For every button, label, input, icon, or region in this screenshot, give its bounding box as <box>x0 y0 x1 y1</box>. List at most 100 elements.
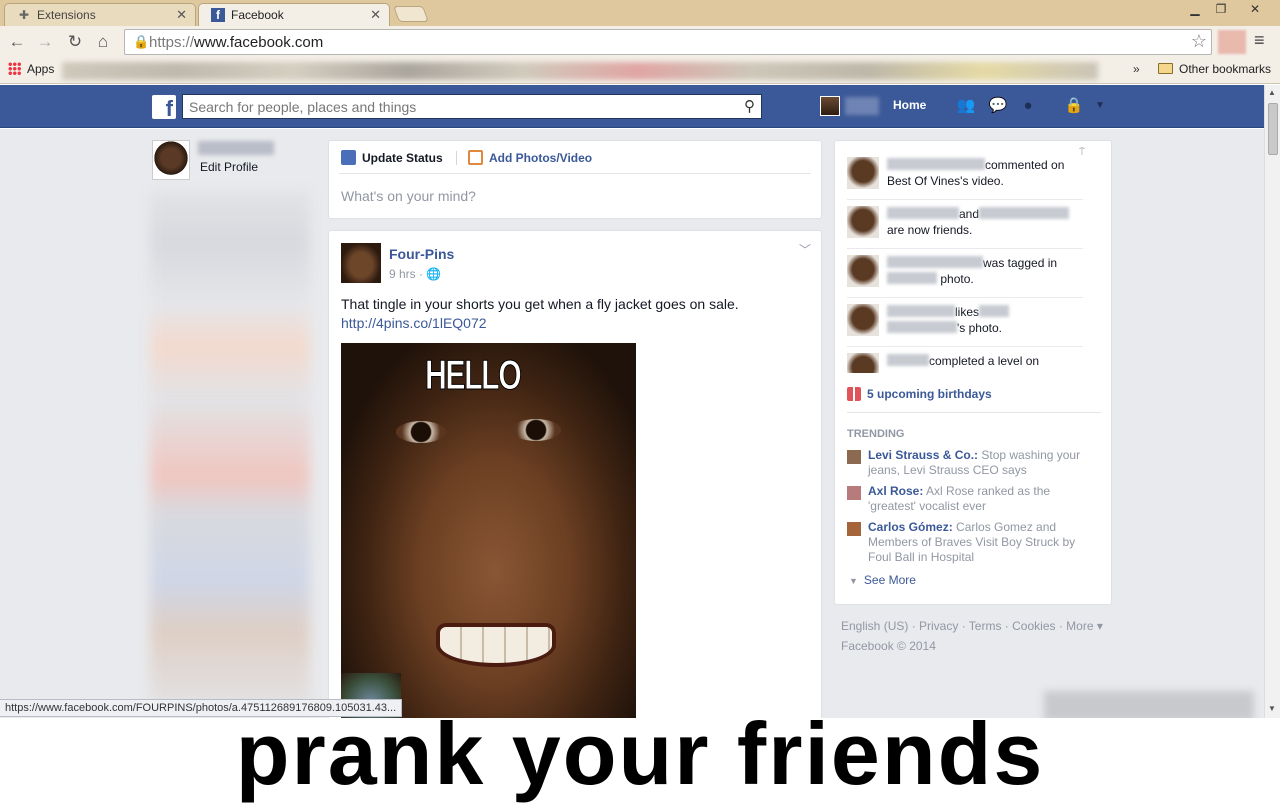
ticker-item[interactable]: likes's photo. <box>847 298 1083 347</box>
apps-grid-icon <box>8 62 21 75</box>
pencil-icon <box>341 150 356 165</box>
tab-facebook[interactable]: f Facebook ✕ <box>198 3 390 26</box>
edit-profile-link[interactable]: Edit Profile <box>200 160 258 174</box>
post-author-avatar[interactable] <box>341 243 381 283</box>
divider <box>847 412 1101 413</box>
apps-shortcut[interactable]: Apps <box>8 62 54 76</box>
see-more-link[interactable]: ▼ See More <box>849 573 916 587</box>
search-icon[interactable]: ⚲ <box>744 97 755 115</box>
blurred-sidebar-menu <box>150 191 310 711</box>
divider <box>456 151 457 165</box>
page-footer: English (US) · Privacy · Terms · Cookies… <box>841 616 1103 656</box>
notifications-globe-icon[interactable]: ● <box>1018 97 1038 115</box>
trending-thumbnail <box>847 450 861 464</box>
caption-bar: prank your friends <box>0 704 1280 803</box>
scroll-up-icon[interactable]: ▲ <box>1268 88 1276 97</box>
facebook-icon: f <box>211 8 225 22</box>
ticker-text: completed a level on <box>887 353 1083 369</box>
folder-icon <box>1158 63 1173 74</box>
ticker-text: likes's photo. <box>887 304 1083 336</box>
trending-text: Carlos Gómez: Carlos Gomez and Members o… <box>868 520 1076 564</box>
right-sidebar: ⍑ commented on Best Of Vines's video. and… <box>834 140 1112 605</box>
photo-icon <box>468 150 483 165</box>
back-icon[interactable]: ← <box>6 31 28 53</box>
image-eye-left <box>396 421 446 443</box>
window-close-icon[interactable]: ✕ <box>1244 2 1266 16</box>
video-caption: prank your friends <box>235 704 1045 803</box>
extension-icon[interactable] <box>1218 30 1246 54</box>
reload-icon[interactable]: ↻ <box>64 31 86 53</box>
other-bookmarks[interactable]: Other bookmarks <box>1158 62 1271 76</box>
trending-heading: TRENDING <box>847 428 905 440</box>
ticker-item[interactable]: was tagged in photo. <box>847 249 1083 298</box>
address-bar[interactable]: 🔒 https://www.facebook.com ☆ <box>124 29 1212 55</box>
post-link[interactable]: http://4pins.co/1lEQ072 <box>341 315 487 331</box>
status-input[interactable]: What's on your mind? <box>341 188 476 204</box>
forward-icon[interactable]: → <box>34 31 56 53</box>
minimize-icon[interactable]: ▁ <box>1184 2 1206 16</box>
ticker-item[interactable]: completed a level on <box>847 347 1083 373</box>
messages-icon[interactable]: 💬 <box>988 97 1008 115</box>
post-text: That tingle in your shorts you get when … <box>341 296 739 312</box>
search-input[interactable]: Search for people, places and things ⚲ <box>182 94 762 119</box>
restore-icon[interactable]: ❐ <box>1210 2 1232 16</box>
chevron-down-icon[interactable]: ﹀ <box>799 241 811 258</box>
status-composer: Update Status Add Photos/Video What's on… <box>328 140 822 219</box>
trending-thumbnail <box>847 486 861 500</box>
account-dropdown-icon[interactable]: ▼ <box>1090 97 1110 115</box>
chevron-down-icon: ▼ <box>849 576 858 586</box>
close-icon[interactable]: ✕ <box>176 7 187 23</box>
friend-requests-icon[interactable]: 👥 <box>956 97 976 115</box>
ticker-avatar <box>847 353 879 373</box>
feed-post: Four-Pins 9 hrs · 🌐 ﹀ That tingle in you… <box>328 230 822 718</box>
bookmark-star-icon[interactable]: ☆ <box>1191 31 1207 52</box>
trending-text: Axl Rose: Axl Rose ranked as the 'greate… <box>868 484 1051 513</box>
facebook-header: f Search for people, places and things ⚲… <box>0 85 1264 128</box>
bookmarks-overflow-button[interactable]: » <box>1133 62 1140 76</box>
puzzle-icon: ✚ <box>18 8 30 22</box>
close-icon[interactable]: ✕ <box>370 7 381 23</box>
tab-strip: ✚ Extensions ✕ f Facebook ✕ ▁ ❐ ✕ <box>0 0 1280 26</box>
browser-toolbar: ← → ↻ ⌂ 🔒 https://www.facebook.com ☆ <box>0 26 1280 58</box>
activity-ticker: ⍑ commented on Best Of Vines's video. and… <box>835 141 1099 373</box>
post-timestamp[interactable]: 9 hrs · 🌐 <box>389 267 441 281</box>
image-smile <box>436 623 556 667</box>
avatar[interactable] <box>820 96 840 116</box>
home-icon[interactable]: ⌂ <box>92 31 114 53</box>
facebook-logo-icon[interactable]: f <box>152 95 176 121</box>
image-eye-right <box>511 419 561 441</box>
ticker-avatar <box>847 157 879 189</box>
home-link[interactable]: Home <box>893 98 926 112</box>
url-text: https://www.facebook.com <box>149 34 324 51</box>
tab-label: Facebook <box>231 8 284 22</box>
profile-name-blurred[interactable] <box>198 141 274 155</box>
add-photos-tab[interactable]: Add Photos/Video <box>468 150 592 165</box>
divider <box>339 173 811 174</box>
trending-thumbnail <box>847 522 861 536</box>
gift-icon <box>847 387 861 401</box>
menu-icon[interactable]: ≡ <box>1254 30 1265 51</box>
scroll-thumb[interactable] <box>1268 103 1278 155</box>
news-feed-page: Edit Profile Update Status Add Photos/Vi… <box>0 129 1264 718</box>
birthdays-link[interactable]: 5 upcoming birthdays <box>847 387 992 401</box>
scrollbar[interactable]: ▲ ▼ <box>1264 85 1280 718</box>
ticker-text: commented on Best Of Vines's video. <box>887 158 1065 188</box>
post-author-name[interactable]: Four-Pins <box>389 246 454 262</box>
profile-picture[interactable] <box>152 140 190 180</box>
new-tab-button[interactable] <box>393 6 429 22</box>
footer-links[interactable]: English (US) · Privacy · Terms · Cookies… <box>841 616 1103 636</box>
ticker-item[interactable]: and are now friends. <box>847 200 1083 249</box>
globe-icon: 🌐 <box>426 267 442 281</box>
blurred-bookmarks <box>62 62 1098 80</box>
profile-name-blurred[interactable] <box>845 97 879 115</box>
ticker-avatar <box>847 304 879 336</box>
ticker-avatar <box>847 206 879 238</box>
ticker-item[interactable]: commented on Best Of Vines's video. <box>847 151 1083 200</box>
privacy-lock-icon[interactable]: 🔒 <box>1064 97 1084 115</box>
post-image[interactable]: HELLO <box>341 343 636 718</box>
ticker-text: was tagged in photo. <box>887 255 1083 287</box>
ticker-avatar <box>847 255 879 287</box>
tab-extensions[interactable]: ✚ Extensions ✕ <box>4 3 196 26</box>
ticker-text: and are now friends. <box>887 206 1083 238</box>
update-status-tab[interactable]: Update Status <box>341 150 443 165</box>
